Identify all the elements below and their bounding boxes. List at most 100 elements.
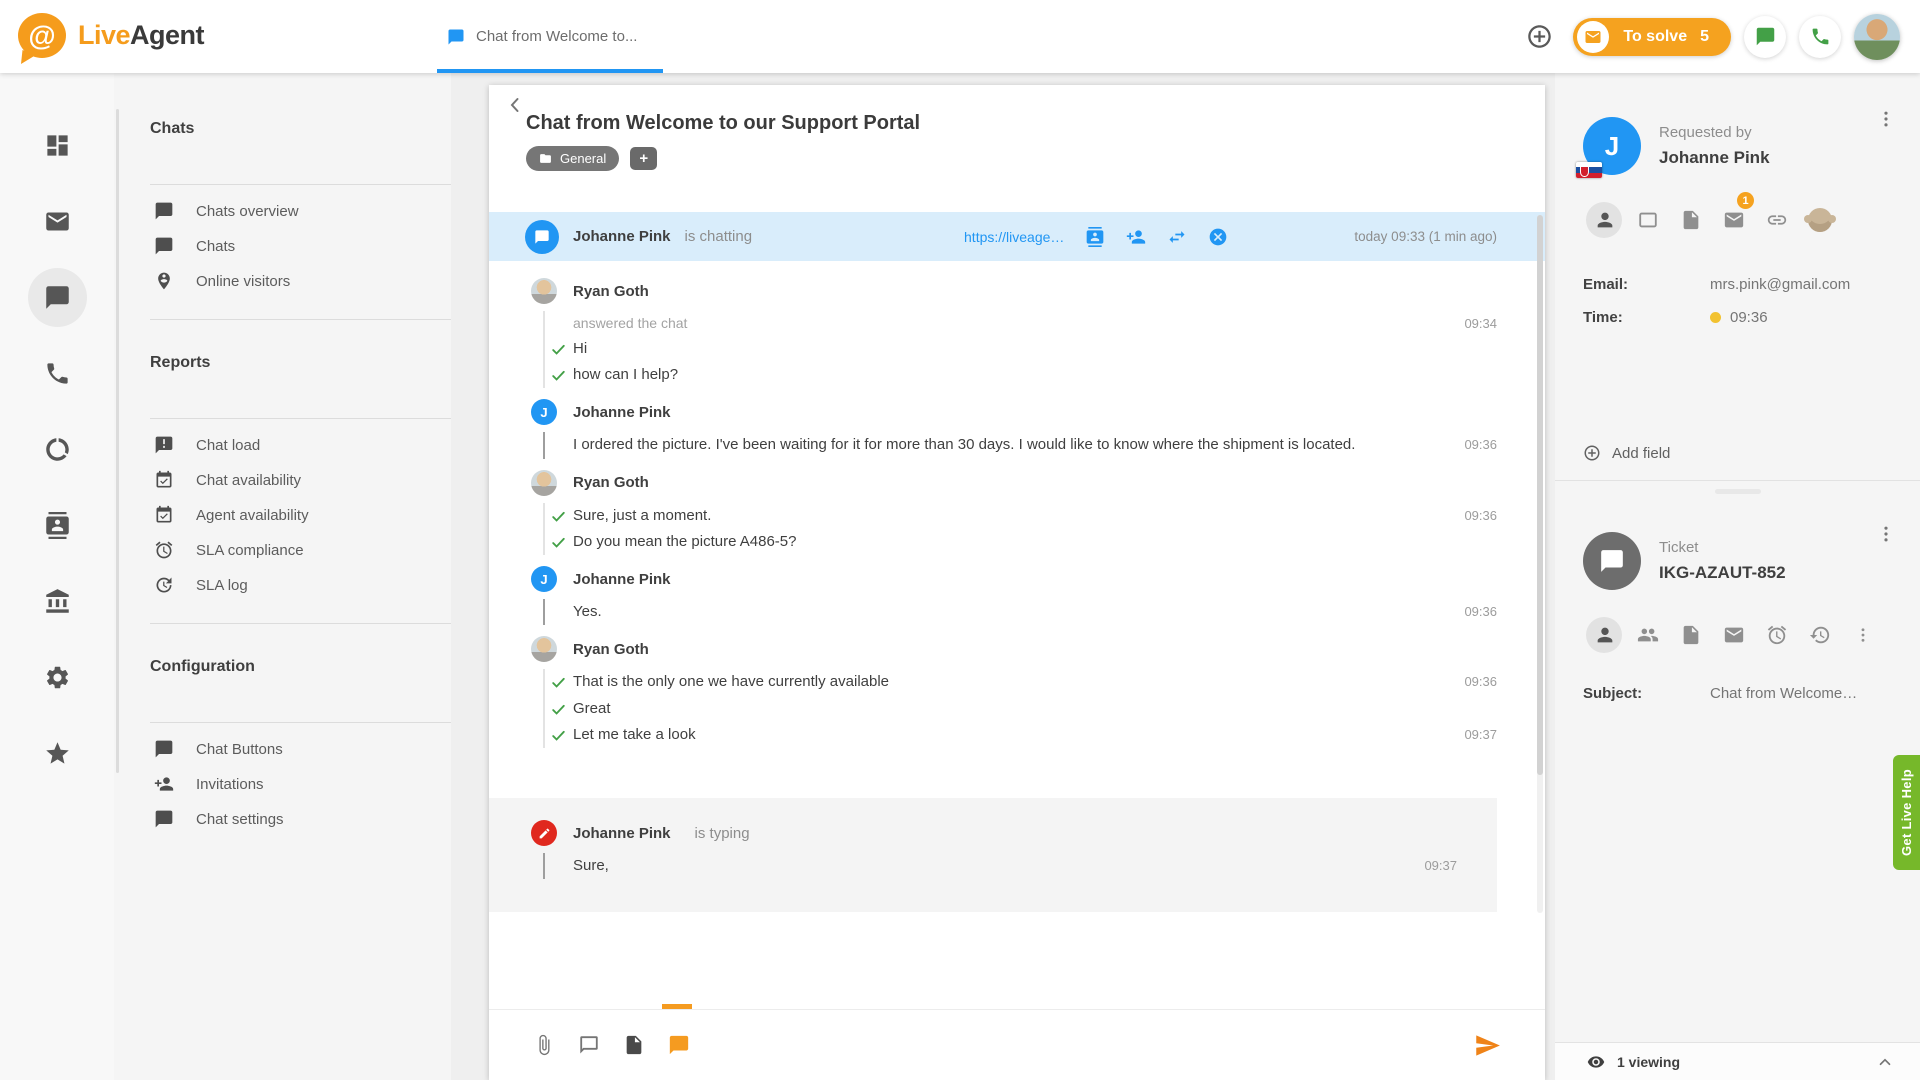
panel-resize-handle[interactable] bbox=[1715, 489, 1761, 494]
new-chat-button[interactable] bbox=[1744, 16, 1786, 58]
canned-message-button[interactable] bbox=[623, 1034, 645, 1056]
visitor-status-avatar bbox=[525, 220, 559, 254]
ticket-people-button[interactable] bbox=[1626, 617, 1669, 653]
contact-mail-button[interactable]: 1 bbox=[1712, 202, 1755, 238]
rail-item-phone[interactable] bbox=[44, 360, 71, 387]
ticket-alarm-button[interactable] bbox=[1755, 617, 1798, 653]
message-text: how can I help? bbox=[573, 365, 678, 385]
link-icon bbox=[1766, 209, 1788, 231]
requester-menu-button[interactable] bbox=[1876, 109, 1896, 129]
contact-person-button[interactable] bbox=[1583, 202, 1626, 238]
sidebar-item-chats-overview[interactable]: Chats overview bbox=[150, 201, 451, 221]
sidebar-item-invitations[interactable]: Invitations bbox=[150, 774, 451, 794]
mail-icon bbox=[1723, 209, 1745, 231]
sidebar-item-online-visitors[interactable]: Online visitors bbox=[150, 271, 451, 291]
message-time: 09:37 bbox=[1464, 727, 1497, 742]
sidenav-scrollbar[interactable] bbox=[116, 109, 119, 773]
sidebar-item-sla-log[interactable]: SLA log bbox=[150, 575, 451, 595]
contact-mailchimp-button[interactable] bbox=[1798, 202, 1841, 238]
visitor-status: is chatting bbox=[685, 228, 753, 245]
send-button[interactable] bbox=[1474, 1032, 1501, 1059]
delivered-check-icon bbox=[550, 508, 567, 525]
plus-circle-icon bbox=[1583, 444, 1601, 462]
folder-icon bbox=[539, 152, 552, 165]
rail-item-star[interactable] bbox=[44, 740, 71, 767]
visitor-url-link[interactable]: https://liveage… bbox=[964, 229, 1064, 245]
contact-link-button[interactable] bbox=[1755, 202, 1798, 238]
field-row-time: Time: 09:36 bbox=[1583, 301, 1892, 334]
ticket-kebab-button[interactable] bbox=[1841, 617, 1884, 653]
rail-item-data-usage[interactable] bbox=[44, 436, 71, 463]
ticket-menu-button[interactable] bbox=[1876, 524, 1896, 544]
sidebar-item-chat-settings[interactable]: Chat settings bbox=[150, 809, 451, 829]
sidebar-item-label: Agent availability bbox=[196, 507, 309, 524]
avatar-ryan-goth bbox=[531, 278, 557, 304]
to-solve-count: 5 bbox=[1700, 28, 1709, 46]
contact-document-button[interactable] bbox=[1669, 202, 1712, 238]
rail-item-bank[interactable] bbox=[44, 588, 71, 615]
rail-item-contacts[interactable] bbox=[44, 512, 71, 539]
message-group: Ryan Goth Sure, just a moment. 09:36 Do … bbox=[531, 470, 1497, 556]
delivered-check-icon bbox=[550, 727, 567, 744]
delivered-check-icon bbox=[550, 701, 567, 718]
slovakia-flag-icon bbox=[1576, 162, 1602, 178]
invite-agent-icon[interactable] bbox=[1126, 227, 1146, 247]
transfer-chat-icon[interactable] bbox=[1167, 227, 1187, 247]
add-button[interactable] bbox=[1518, 16, 1560, 58]
data-usage-icon bbox=[44, 436, 71, 463]
avatar-ryan-goth bbox=[531, 636, 557, 662]
person-icon bbox=[1594, 624, 1616, 646]
rail-item-mail[interactable] bbox=[44, 208, 71, 235]
ticket-person-button[interactable] bbox=[1583, 617, 1626, 653]
dashboard-icon bbox=[44, 132, 71, 159]
add-tag-button[interactable]: + bbox=[630, 147, 657, 170]
sidebar-item-chat-load[interactable]: Chat load bbox=[150, 435, 451, 455]
person-icon bbox=[1594, 209, 1616, 231]
attach-file-button[interactable] bbox=[533, 1034, 555, 1056]
sidebar-item-chat-availability[interactable]: Chat availability bbox=[150, 470, 451, 490]
message-text: Yes. bbox=[573, 602, 602, 622]
internal-note-button[interactable] bbox=[578, 1034, 600, 1056]
to-solve-button[interactable]: To solve 5 bbox=[1573, 18, 1731, 56]
get-live-help-tab[interactable]: Get Live Help bbox=[1893, 755, 1920, 870]
department-tag[interactable]: General bbox=[526, 146, 619, 171]
rail-item-chat[interactable] bbox=[44, 284, 71, 311]
sidebar-item-label: Chat Buttons bbox=[196, 741, 283, 758]
phone-icon bbox=[1810, 26, 1831, 47]
ticket-history-button[interactable] bbox=[1798, 617, 1841, 653]
chat-reply-tab[interactable] bbox=[668, 1034, 690, 1056]
ticket-document-button[interactable] bbox=[1669, 617, 1712, 653]
chat-scrollbar-thumb[interactable] bbox=[1537, 215, 1543, 775]
back-button[interactable] bbox=[503, 93, 527, 117]
sidebar-item-sla-compliance[interactable]: SLA compliance bbox=[150, 540, 451, 560]
rail-item-dashboard[interactable] bbox=[44, 132, 71, 159]
agent-avatar[interactable] bbox=[1854, 14, 1900, 60]
phone-icon bbox=[44, 360, 71, 387]
chevron-up-icon[interactable] bbox=[1876, 1053, 1894, 1071]
contact-card-icon[interactable] bbox=[1085, 227, 1105, 247]
call-button[interactable] bbox=[1799, 16, 1841, 58]
field-row-email: Email: mrs.pink@gmail.com bbox=[1583, 268, 1892, 301]
nav-divider bbox=[150, 418, 451, 419]
contact-browser-button[interactable] bbox=[1626, 202, 1669, 238]
liveagent-logo[interactable]: @ LiveAgent bbox=[18, 13, 204, 58]
ticket-mail-button[interactable] bbox=[1712, 617, 1755, 653]
chat-icon bbox=[668, 1034, 690, 1056]
ticket-tab[interactable]: Chat from Welcome to... bbox=[437, 0, 663, 73]
sidebar-item-chats[interactable]: Chats bbox=[150, 236, 451, 256]
end-chat-icon[interactable] bbox=[1208, 227, 1228, 247]
ticket-id: IKG-AZAUT-852 bbox=[1659, 563, 1786, 583]
chat-icon bbox=[154, 809, 174, 829]
viewing-bar[interactable]: 1 viewing bbox=[1555, 1042, 1920, 1080]
message-line: Hi bbox=[573, 336, 1497, 362]
mail-icon bbox=[1723, 624, 1745, 646]
add-field-button[interactable]: Add field bbox=[1583, 444, 1670, 462]
ticket-avatar[interactable] bbox=[1583, 532, 1641, 590]
nav-divider bbox=[150, 319, 451, 320]
message-author: Johanne Pink bbox=[573, 825, 671, 842]
sidebar-item-chat-buttons[interactable]: Chat Buttons bbox=[150, 739, 451, 759]
message-line: Sure, 09:37 bbox=[573, 853, 1457, 879]
sidebar-item-agent-availability[interactable]: Agent availability bbox=[150, 505, 451, 525]
rail-item-gear[interactable] bbox=[44, 664, 71, 691]
requester-avatar[interactable]: J bbox=[1583, 117, 1641, 175]
